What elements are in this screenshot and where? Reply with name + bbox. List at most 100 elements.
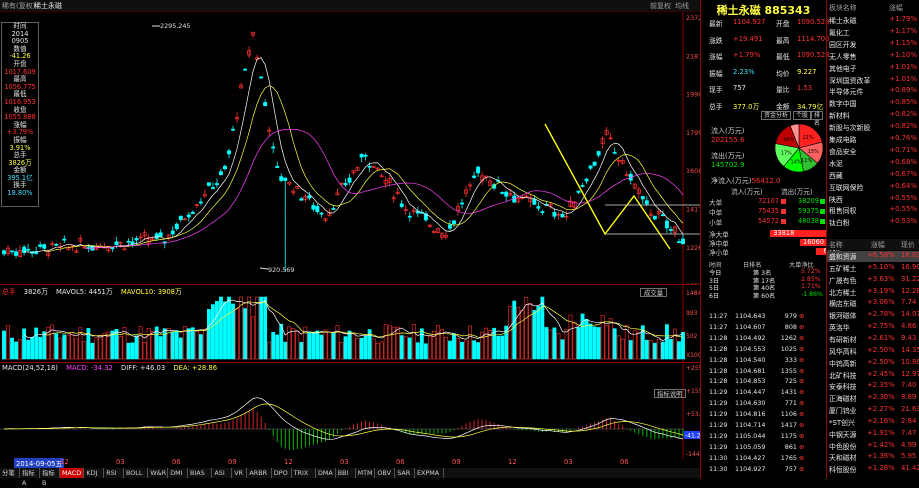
rank-button[interactable]: 排名 [811,111,824,127]
flow-key: 中单 [709,209,723,217]
macd-label: MACD(24,52,18) [2,364,58,372]
sector-row[interactable]: 半导体元件 +0.89% [827,86,919,97]
trade-row: 11:27 1104.607 808 ⊕ [709,323,827,334]
tab-expma[interactable]: EXPMA [415,468,444,478]
volume-bar [419,328,424,360]
stock-row[interactable]: 银河磁体 +2.78% 14.07 [827,310,919,321]
sector-row[interactable]: 集成电路 +0.76% [827,134,919,145]
volume-bar [660,341,665,360]
stock-row[interactable]: 北方稀土 +3.19% 12.28 [827,287,919,298]
hist-row: 3日第 17名 2.85% [709,276,827,285]
stock-row[interactable]: 中钢天源 +1.91% 7.47 [827,429,919,440]
kline-candle [190,211,195,214]
trade-cell: 1104.492 [735,333,766,342]
tab-dmi[interactable]: DMI [168,468,188,478]
stock-row[interactable]: 北矿科技 +2.45% 12.97 [827,370,919,381]
stock-row[interactable]: 厦门钨业 +2.27% 21.63 [827,405,919,416]
tab-mtm[interactable]: MTM [356,468,376,478]
sector-row[interactable]: 数字中国 +0.85% [827,98,919,109]
stock-row[interactable]: *ST创兴 +2.16% 2.84 [827,417,919,428]
tab-wr[interactable]: W&R [148,468,169,478]
indicator-label[interactable]: 均线 [675,1,689,11]
sector-row[interactable]: 西藏 +0.67% [827,170,919,181]
stock-row[interactable]: 科恒股份 +1.28% 41.42 [827,464,919,475]
stock-row[interactable]: 中钨高新 +2.50% 10.86 [827,358,919,369]
tab-sar[interactable]: SAR [395,468,415,478]
sector-row[interactable]: 新材料 +0.82% [827,110,919,121]
tab-b[interactable]: 指标B [40,468,60,487]
diff-value: DIFF: +46.03 [121,364,166,372]
period-label: 稀有(复权) [2,2,36,10]
tab-macd[interactable]: MACD [60,468,85,478]
sector-row[interactable]: 氟化工 +1.17% [827,27,919,38]
flow-row: 大单 72107 38209 [709,197,827,207]
macd-value: MACD: -34.32 [66,364,113,372]
stock-row[interactable]: 五矿稀土 +5.10% 16.90 [827,263,919,274]
tab-bias[interactable]: BIAS [188,468,213,478]
indicator-help-button[interactable]: 指标说明 [654,389,686,398]
stock-row[interactable]: 正海磁材 +2.30% 8.89 [827,393,919,404]
tab-trix[interactable]: TRIX [292,468,316,478]
tab-kdj[interactable]: KDJ [84,468,105,478]
sector-row[interactable]: 新股与次新股 +0.82% [827,122,919,133]
flow-key: 小单 [709,219,723,227]
sector-name: 新材料 [829,112,850,121]
tab-vr[interactable]: VR [232,468,248,478]
tab-a[interactable]: 指标A [20,468,40,487]
tab-[interactable]: 分笔 [0,468,20,478]
adjust-label[interactable]: 前复权 [650,1,671,11]
kline-candle [664,220,669,229]
tab-rsi[interactable]: RSI [104,468,124,478]
tab-arbr[interactable]: ARBR [247,468,272,478]
time-tick: 06 [620,458,629,466]
tab-dma[interactable]: DMA [316,468,336,478]
sector-row[interactable]: 陕西 +0.55% [827,194,919,205]
trade-cell: 808 [784,322,797,331]
volume-bar [58,337,63,360]
sector-row[interactable]: 深圳国资改革 +1.01% [827,75,919,86]
sector-row[interactable]: 钛白粉 +0.53% [827,217,919,228]
sector-row[interactable]: 租售同权 +0.55% [827,205,919,216]
sector-row[interactable]: 食品安全 +0.71% [827,146,919,157]
sector-row[interactable]: 稀土永磁 +1.79% [827,15,919,26]
volume-bar [612,328,617,360]
stock-row[interactable]: 风华高科 +2.50% 14.35 [827,346,919,357]
stock-row[interactable]: 英洛华 +2.75% 4.86 [827,322,919,333]
stock-row[interactable]: 安泰科技 +2.35% 7.40 [827,381,919,392]
tab-boll[interactable]: BOLL [124,468,149,478]
hist-row: 5日第 40名 1.71% [709,283,827,292]
volume-button[interactable]: 成交量 [640,288,668,297]
stock-row[interactable]: 有研新材 +2.61% 9.43 [827,334,919,345]
tab-dpo[interactable]: DPO [272,468,292,478]
sector-row[interactable]: 互联网保险 +0.64% [827,182,919,193]
sector-row[interactable]: 无人零售 +1.10% [827,51,919,62]
trade-cell: 11:29 [709,421,728,429]
stock-row[interactable]: 天和磁材 +1.36% 5.95 [827,452,919,463]
flow-out: 59375 [798,207,819,215]
volume-chart[interactable]: 1484 993 502 X100000 总手 3826万 MAVOL5: 4451万… [0,284,700,363]
stock-row[interactable]: 广晟有色 +3.63% 31.22 [827,275,919,286]
tab-obv[interactable]: OBV [375,468,396,478]
sector-row[interactable]: 园区开发 +1.15% [827,39,919,50]
trade-row: 11:27 1104.643 979 ⊕ [709,312,827,323]
volume-bar [186,328,191,360]
stock-row[interactable]: 盛和资源 +6.58% 16.03 [827,251,919,262]
stock-price: 21.63 [901,405,919,414]
volume-bar [170,331,175,360]
volume-bar [415,342,420,360]
tab-bbi[interactable]: BBI [336,468,356,478]
volume-bar [54,333,59,360]
volume-bar [423,343,428,360]
sector-row[interactable]: 其他电子 +1.01% [827,63,919,74]
drawn-trendline[interactable] [544,123,671,250]
stock-row[interactable]: 横店东磁 +3.06% 7.74 [827,298,919,309]
flow-key: 大单 [709,199,723,207]
tab-asi[interactable]: ASI [212,468,233,478]
sector-row[interactable]: 水泥 +0.68% [827,158,919,169]
flow-analysis-button[interactable]: 资金分析 [761,111,792,120]
stock-button[interactable]: 个股 [793,111,812,120]
macd-chart[interactable]: +255.9+155.8+53.88-48.13-144.2-41.26 MAC… [0,362,700,459]
stock-row[interactable]: 中色股份 +1.42% 4.99 [827,441,919,452]
kline-chart[interactable]: 237221811990179916081417122610352295.245… [0,12,700,284]
stock-name: 银河磁体 [829,312,857,321]
